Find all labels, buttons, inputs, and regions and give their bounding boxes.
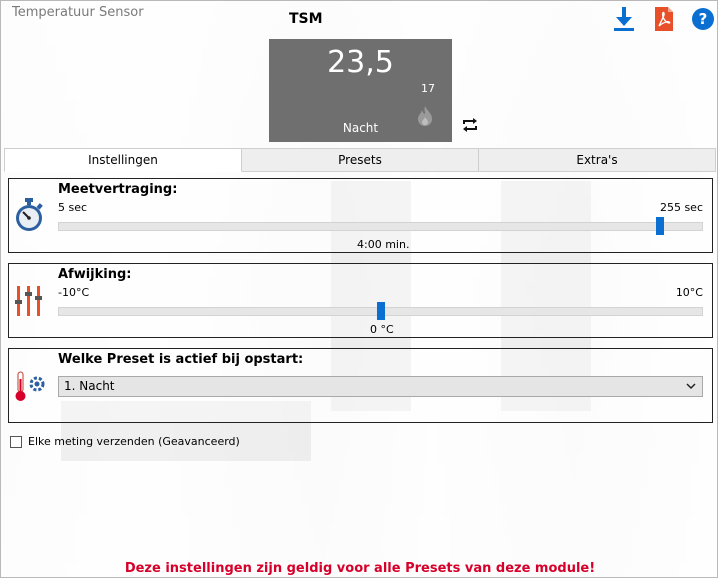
advanced-checkbox[interactable]	[10, 435, 22, 448]
device-name: TSM	[289, 11, 323, 27]
startup-preset-title: Welke Preset is actief bij opstart:	[58, 352, 304, 367]
app-window: Temperatuur Sensor TSM ? 23,5 17 Nacht I…	[0, 0, 718, 578]
refresh-icon[interactable]	[461, 117, 479, 136]
meetvertraging-slider-thumb[interactable]	[656, 217, 664, 235]
window-title: Temperatuur Sensor	[12, 5, 144, 20]
afwijking-max-label: 10°C	[675, 286, 703, 299]
thermostat-display: 23,5 17 Nacht	[269, 39, 452, 142]
advanced-checkbox-label: Elke meting verzenden (Geavanceerd)	[28, 435, 240, 448]
meetvertraging-slider[interactable]	[58, 217, 703, 235]
tab-instellingen[interactable]: Instellingen	[4, 148, 242, 172]
afwijking-slider-thumb[interactable]	[377, 302, 385, 320]
pdf-icon[interactable]	[651, 6, 677, 32]
startup-preset-panel: Welke Preset is actief bij opstart: 1. N…	[8, 348, 713, 423]
help-icon[interactable]: ?	[690, 6, 716, 32]
download-icon[interactable]	[611, 6, 637, 32]
afwijking-value: 0 °C	[370, 323, 394, 336]
meetvertraging-title: Meetvertraging:	[58, 182, 178, 197]
tab-extras[interactable]: Extra's	[479, 148, 716, 172]
flame-icon	[415, 105, 435, 130]
svg-text:?: ?	[699, 10, 708, 28]
tab-bar: Instellingen Presets Extra's	[4, 148, 716, 172]
footer-note: Deze instellingen zijn geldig voor alle …	[124, 561, 596, 576]
meetvertraging-panel: Meetvertraging: 5 sec 255 sec 4:00 min.	[8, 178, 713, 253]
meetvertraging-min-label: 5 sec	[58, 201, 88, 214]
afwijking-title: Afwijking:	[58, 267, 132, 282]
meetvertraging-max-label: 255 sec	[659, 201, 703, 214]
adjust-sliders-icon	[13, 284, 45, 321]
tab-presets[interactable]: Presets	[242, 148, 479, 172]
startup-preset-selected: 1. Nacht	[64, 379, 115, 393]
startup-preset-select[interactable]: 1. Nacht	[58, 376, 703, 397]
current-temperature: 23,5	[327, 45, 394, 80]
meetvertraging-value: 4:00 min.	[357, 238, 410, 251]
advanced-checkbox-row[interactable]: Elke meting verzenden (Geavanceerd)	[10, 435, 240, 448]
setpoint-value: 17	[421, 82, 435, 95]
afwijking-slider[interactable]	[58, 302, 703, 320]
stopwatch-icon	[13, 197, 45, 236]
afwijking-min-label: -10°C	[58, 286, 90, 299]
afwijking-panel: Afwijking: -10°C 10°C 0 °C	[8, 263, 713, 338]
thermometer-gear-icon	[13, 369, 47, 406]
chevron-down-icon	[686, 377, 696, 402]
